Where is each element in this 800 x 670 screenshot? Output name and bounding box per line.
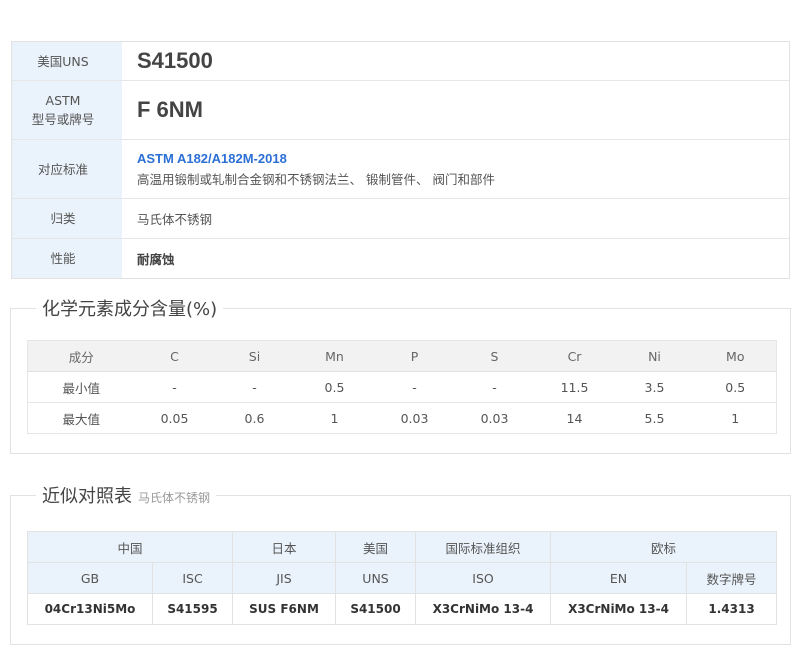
chemical-table: 成分 C Si Mn P S Cr Ni Mo 最小值 - - 0.5 - - …	[27, 340, 777, 434]
header-cell: Cr	[534, 340, 615, 372]
header-cell: C	[134, 340, 215, 372]
header-cell: Ni	[614, 340, 695, 372]
table-cell: 0.03	[374, 402, 455, 434]
table-cell: 14	[534, 402, 615, 434]
property-value: 耐腐蚀	[137, 252, 175, 267]
table-row: 最大值 0.05 0.6 1 0.03 0.03 14 5.5 1	[27, 402, 777, 434]
table-cell: X3CrNiMo 13-4	[415, 593, 552, 625]
table-row: 04Cr13Ni5Mo S41595 SUS F6NM S41500 X3CrN…	[27, 593, 778, 625]
group-cell: 国际标准组织	[415, 531, 552, 563]
group-cell: 中国	[26, 531, 234, 563]
table-header-row: GB ISC JIS UNS ISO EN 数字牌号	[27, 562, 778, 594]
standard-description: 高温用锻制或轧制合金钢和不锈钢法兰、 锻制管件、 阀门和部件	[137, 171, 495, 187]
comparison-table: 中国 日本 美国 国际标准组织 欧标 GB ISC JIS UNS ISO EN…	[26, 531, 778, 625]
info-label: 美国UNS	[12, 42, 122, 80]
info-row-astm: ASTM 型号或牌号 F 6NM	[12, 80, 789, 139]
table-cell: 5.5	[614, 402, 695, 434]
info-row-standard: 对应标准 ASTM A182/A182M-2018 高温用锻制或轧制合金钢和不锈…	[12, 139, 789, 198]
table-cell: 0.5	[694, 371, 777, 403]
table-cell: 0.5	[294, 371, 375, 403]
astm-grade-value: F 6NM	[137, 97, 203, 122]
table-cell: -	[214, 371, 295, 403]
info-label: 归类	[12, 199, 122, 238]
table-cell: 0.03	[454, 402, 535, 434]
header-cell: JIS	[232, 562, 337, 594]
chemical-composition-section: 化学元素成分含量(%) 成分 C Si Mn P S Cr Ni Mo 最小值 …	[10, 295, 791, 454]
header-cell: 成分	[27, 340, 135, 372]
category-value: 马氏体不锈钢	[137, 212, 213, 227]
table-header-row: 成分 C Si Mn P S Cr Ni Mo	[27, 340, 777, 372]
header-cell: P	[374, 340, 455, 372]
info-row-category: 归类 马氏体不锈钢	[12, 198, 789, 238]
header-cell: Si	[214, 340, 295, 372]
header-cell: 数字牌号	[686, 562, 778, 594]
table-cell: -	[454, 371, 535, 403]
table-cell: 最大值	[27, 402, 135, 434]
info-label: 性能	[12, 239, 122, 278]
info-label: ASTM 型号或牌号	[12, 81, 122, 139]
table-cell: 最小值	[27, 371, 135, 403]
table-cell: S41500	[335, 593, 417, 625]
label-text: ASTM	[45, 93, 81, 108]
section-legend: 化学元素成分含量(%)	[36, 295, 224, 321]
group-cell: 美国	[335, 531, 417, 563]
group-cell: 欧标	[550, 531, 778, 563]
header-cell: S	[454, 340, 535, 372]
table-cell: -	[374, 371, 455, 403]
table-cell: 04Cr13Ni5Mo	[27, 593, 153, 625]
label-text: 对应标准	[37, 161, 88, 177]
label-text: 性能	[50, 251, 76, 266]
comparison-section: 近似对照表 马氏体不锈钢 中国 日本 美国 国际标准组织 欧标 GB ISC J…	[10, 482, 791, 645]
header-cell: ISC	[151, 562, 234, 594]
table-cell: 0.6	[214, 402, 295, 434]
material-info-table: 美国UNS S41500 ASTM 型号或牌号 F 6NM 对应标准 ASTM …	[11, 41, 790, 279]
table-cell: X3CrNiMo 13-4	[550, 593, 688, 625]
section-title: 近似对照表	[42, 486, 132, 507]
table-cell: 3.5	[614, 371, 695, 403]
header-cell: Mn	[294, 340, 375, 372]
header-cell: Mo	[694, 340, 777, 372]
table-cell: SUS F6NM	[232, 593, 337, 625]
header-cell: GB	[27, 562, 153, 594]
table-cell: 1.4313	[686, 593, 778, 625]
table-row: 最小值 - - 0.5 - - 11.5 3.5 0.5	[27, 371, 777, 403]
info-label: 对应标准	[12, 140, 122, 198]
uns-value: S41500	[137, 48, 213, 73]
header-cell: ISO	[415, 562, 552, 594]
table-cell: -	[134, 371, 215, 403]
table-cell: 1	[694, 402, 777, 434]
info-row-property: 性能 耐腐蚀	[12, 238, 789, 278]
header-cell: EN	[550, 562, 688, 594]
table-group-row: 中国 日本 美国 国际标准组织 欧标	[26, 531, 778, 563]
standard-link[interactable]: ASTM A182/A182M-2018	[137, 151, 789, 166]
table-cell: 0.05	[134, 402, 215, 434]
label-text: 归类	[50, 211, 76, 226]
table-cell: 1	[294, 402, 375, 434]
label-text: 型号或牌号	[31, 112, 95, 127]
table-cell: 11.5	[534, 371, 615, 403]
group-cell: 日本	[232, 531, 337, 563]
section-subtitle: 马氏体不锈钢	[138, 491, 211, 505]
section-legend: 近似对照表 马氏体不锈钢	[36, 482, 217, 508]
table-cell: S41595	[151, 593, 234, 625]
section-title: 化学元素成分含量(%)	[42, 299, 218, 320]
label-text: 美国UNS	[37, 53, 89, 69]
info-row-uns: 美国UNS S41500	[12, 42, 789, 80]
header-cell: UNS	[335, 562, 417, 594]
